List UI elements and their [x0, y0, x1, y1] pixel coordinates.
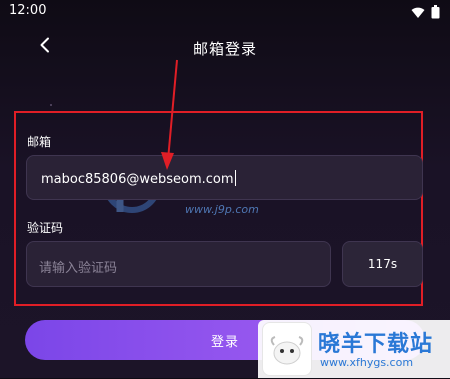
watermark-sheep-logo	[262, 322, 312, 376]
watermark-brand: 晓羊下载站	[318, 332, 434, 357]
status-time: 12:00	[9, 3, 47, 18]
status-bar: 12:00	[0, 0, 450, 22]
decorative-dot	[50, 104, 52, 106]
page-title: 邮箱登录	[192, 40, 257, 58]
watermark-corner: 晓羊下载站 www.xfhygs.com	[258, 320, 450, 378]
email-field[interactable]: maboc85806@webseom.com	[26, 155, 423, 200]
wifi-icon	[411, 4, 425, 23]
email-value-wrap: maboc85806@webseom.com	[41, 170, 236, 187]
battery-icon	[431, 4, 440, 23]
status-icons	[411, 4, 440, 23]
login-button-label: 登录	[210, 334, 239, 350]
email-value: maboc85806@webseom.com	[41, 172, 234, 187]
code-placeholder: 请输入验证码	[39, 261, 118, 276]
countdown-label: 117s	[367, 257, 398, 271]
text-caret	[234, 170, 236, 186]
watermark-site: www.xfhygs.com	[320, 356, 414, 369]
resend-code-button[interactable]: 117s	[342, 241, 423, 287]
code-label: 验证码	[27, 221, 64, 235]
verification-code-input[interactable]: 请输入验证码	[26, 241, 331, 287]
email-label: 邮箱	[27, 135, 52, 149]
nav-bar: 邮箱登录	[0, 30, 450, 64]
